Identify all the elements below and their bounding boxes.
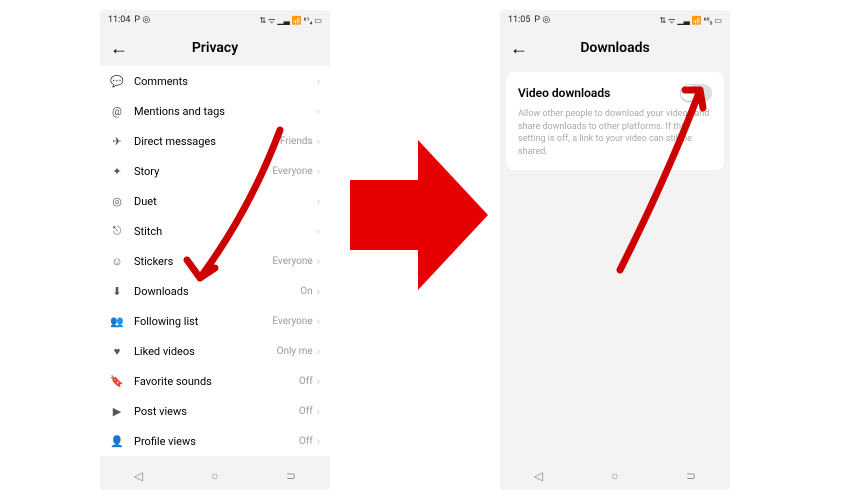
status-time: 11:05 <box>508 15 530 25</box>
header: ← Downloads <box>500 30 730 66</box>
list-value: Off <box>299 436 313 447</box>
story-icon: ✦ <box>110 165 124 178</box>
android-nav: ◁ ○ ⊃ <box>100 462 330 490</box>
nav-back-icon[interactable]: ⊃ <box>286 469 296 483</box>
list-label: Profile views <box>134 435 299 448</box>
list-label: Stickers <box>134 255 272 268</box>
list-item-favsounds[interactable]: 🔖 Favorite soundsOff › <box>100 366 330 396</box>
list-label: Comments <box>134 75 313 88</box>
nav-home-icon[interactable]: ○ <box>611 469 618 483</box>
stitch-icon: ⎋ <box>110 224 124 238</box>
list-label: Post views <box>134 405 299 418</box>
plane-icon: ✈ <box>110 135 124 148</box>
chevron-right-icon: › <box>317 225 320 238</box>
privacy-list: 💬 Comments › @ Mentions and tags › ✈ Direct m… <box>100 66 330 456</box>
following-icon: 👥 <box>110 315 124 328</box>
list-item-stickers[interactable]: ☺ StickersEveryone › <box>100 246 330 276</box>
list-item-comments[interactable]: 💬 Comments › <box>100 66 330 96</box>
status-icons: ⇅ ᯤ ▁▃ 📶 ⁶¹₄ ▭ <box>259 15 322 26</box>
list-item-postviews[interactable]: ▶ Post viewsOff › <box>100 396 330 426</box>
chevron-right-icon: › <box>317 135 320 148</box>
list-value: Friends <box>280 136 313 147</box>
heart-icon: ♥ <box>110 345 124 358</box>
nav-recent-icon[interactable]: ◁ <box>534 469 543 483</box>
play-icon: ▶ <box>110 405 124 418</box>
list-label: Duet <box>134 195 313 208</box>
list-value: Off <box>299 406 313 417</box>
header: ← Privacy <box>100 30 330 66</box>
nav-recent-icon[interactable]: ◁ <box>134 469 143 483</box>
list-item-profileviews[interactable]: 👤 Profile viewsOff › <box>100 426 330 456</box>
list-item-duet[interactable]: ◎ Duet › <box>100 186 330 216</box>
list-label: Downloads <box>134 285 300 298</box>
list-label: Story <box>134 165 272 178</box>
card-description: Allow other people to download your vide… <box>518 108 712 158</box>
list-value: Everyone <box>272 166 312 177</box>
list-value: Everyone <box>272 256 312 267</box>
status-suffix: P ◎ <box>134 15 150 25</box>
list-item-following[interactable]: 👥 Following listEveryone › <box>100 306 330 336</box>
status-icons: ⇅ ᯤ ▁▃ 📶 ⁶⁰₅ ▭ <box>659 15 722 26</box>
list-item-mentions[interactable]: @ Mentions and tags › <box>100 96 330 126</box>
chevron-right-icon: › <box>317 285 320 298</box>
chevron-right-icon: › <box>317 165 320 178</box>
list-item-liked[interactable]: ♥ Liked videosOnly me › <box>100 336 330 366</box>
comments-icon: 💬 <box>110 75 124 88</box>
list-label: Stitch <box>134 225 313 238</box>
list-label: Following list <box>134 315 272 328</box>
duet-icon: ◎ <box>110 195 124 208</box>
android-nav: ◁ ○ ⊃ <box>500 462 730 490</box>
chevron-right-icon: › <box>317 345 320 358</box>
list-item-downloads[interactable]: ⬇ DownloadsOn › <box>100 276 330 306</box>
at-icon: @ <box>110 105 124 118</box>
page-title: Downloads <box>500 40 730 56</box>
list-value: On <box>300 286 312 297</box>
video-downloads-toggle[interactable] <box>680 84 712 102</box>
nav-home-icon[interactable]: ○ <box>211 469 218 483</box>
nav-back-icon[interactable]: ⊃ <box>686 469 696 483</box>
chevron-right-icon: › <box>317 435 320 448</box>
chevron-right-icon: › <box>317 405 320 418</box>
bookmark-icon: 🔖 <box>110 375 124 388</box>
status-suffix: P ◎ <box>534 15 550 25</box>
list-value: Only me <box>277 346 313 357</box>
list-label: Mentions and tags <box>134 105 313 118</box>
chevron-right-icon: › <box>317 195 320 208</box>
list-item-story[interactable]: ✦ StoryEveryone › <box>100 156 330 186</box>
status-bar: 11:05 P ◎ ⇅ ᯤ ▁▃ 📶 ⁶⁰₅ ▭ <box>500 10 730 30</box>
download-icon: ⬇ <box>110 285 124 298</box>
list-label: Direct messages <box>134 135 280 148</box>
back-icon[interactable]: ← <box>510 38 528 59</box>
status-bar: 11:04 P ◎ ⇅ ᯤ ▁▃ 📶 ⁶¹₄ ▭ <box>100 10 330 30</box>
chevron-right-icon: › <box>317 105 320 118</box>
list-label: Favorite sounds <box>134 375 299 388</box>
video-downloads-card: Video downloads Allow other people to do… <box>506 72 724 170</box>
chevron-right-icon: › <box>317 255 320 268</box>
profile-icon: 👤 <box>110 435 124 448</box>
list-value: Off <box>299 376 313 387</box>
phone-privacy: 11:04 P ◎ ⇅ ᯤ ▁▃ 📶 ⁶¹₄ ▭ ← Privacy 💬 Comm… <box>100 10 330 490</box>
list-item-dm[interactable]: ✈ Direct messagesFriends › <box>100 126 330 156</box>
stickers-icon: ☺ <box>110 255 124 268</box>
back-icon[interactable]: ← <box>110 38 128 59</box>
chevron-right-icon: › <box>317 75 320 88</box>
card-title: Video downloads <box>518 86 610 100</box>
status-time: 11:04 <box>108 15 130 25</box>
list-item-stitch[interactable]: ⎋ Stitch › <box>100 216 330 246</box>
chevron-right-icon: › <box>317 315 320 328</box>
chevron-right-icon: › <box>317 375 320 388</box>
list-label: Liked videos <box>134 345 277 358</box>
list-value: Everyone <box>272 316 312 327</box>
page-title: Privacy <box>100 40 330 56</box>
phone-downloads: 11:05 P ◎ ⇅ ᯤ ▁▃ 📶 ⁶⁰₅ ▭ ← Downloads Vid… <box>500 10 730 490</box>
